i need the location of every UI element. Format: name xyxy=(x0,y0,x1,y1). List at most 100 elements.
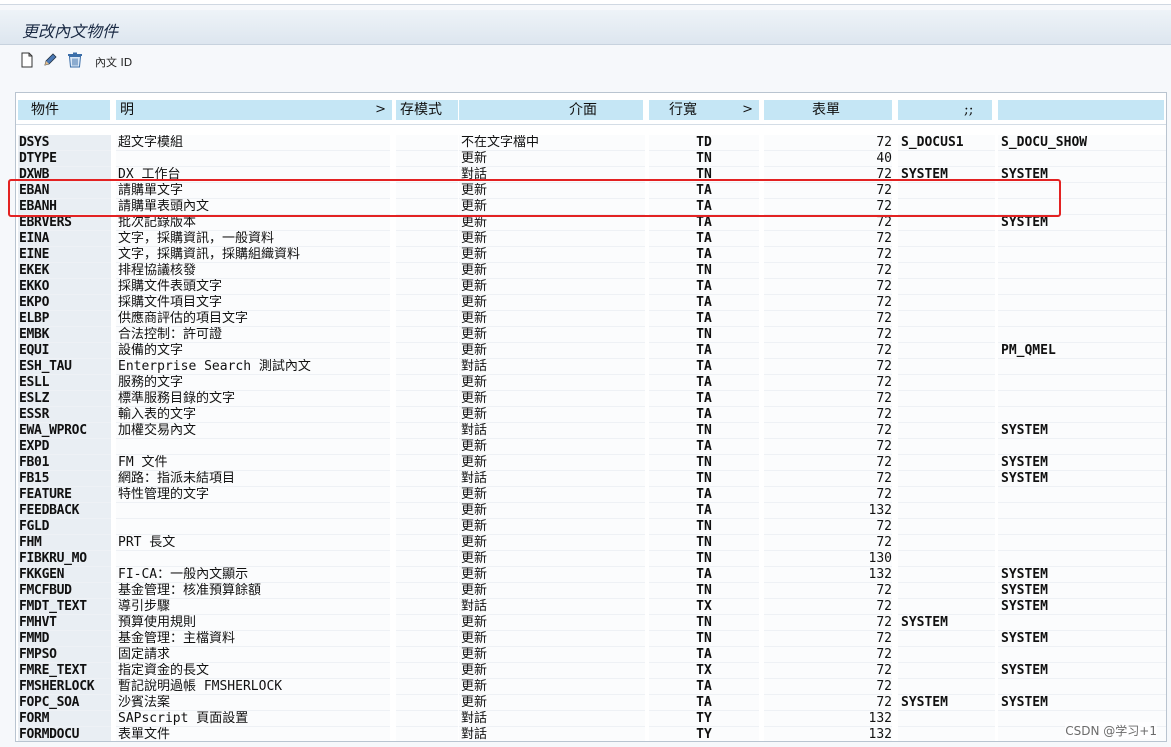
cell-object[interactable]: FORM xyxy=(18,711,111,727)
cell-object[interactable]: DSYS xyxy=(18,135,111,151)
cell-object[interactable]: FMDT_TEXT xyxy=(18,599,111,615)
cell-description[interactable]: 基金管理：主檔資料 xyxy=(116,631,390,647)
cell-description[interactable]: 預算使用規則 xyxy=(116,615,390,631)
cell-line-width[interactable]: TA xyxy=(649,439,759,455)
cell-object[interactable]: FMCFBUD xyxy=(18,583,111,599)
cell-interface[interactable]: 更新 xyxy=(459,295,645,311)
table-row[interactable]: FMDT_TEXT 導引步驟 對話 TX 72 SYSTEM xyxy=(16,599,1166,615)
cell-save-mode[interactable] xyxy=(396,311,458,327)
cell-line-width[interactable]: TA xyxy=(649,343,759,359)
cell-object[interactable]: FEEDBACK xyxy=(18,503,111,519)
cell-line-width[interactable]: TA xyxy=(649,311,759,327)
cell-line-width[interactable]: TA xyxy=(649,231,759,247)
column-header-interface[interactable]: 介面 xyxy=(459,100,643,120)
cell-save-mode[interactable] xyxy=(396,695,458,711)
cell-line-width[interactable]: TX xyxy=(649,599,759,615)
cell-save-mode[interactable] xyxy=(396,631,458,647)
cell-line-width[interactable]: TA xyxy=(649,503,759,519)
cell-form[interactable]: 72 xyxy=(764,231,892,247)
cell-line-width[interactable]: TA xyxy=(649,359,759,375)
cell-form[interactable]: 72 xyxy=(764,535,892,551)
cell-save-mode[interactable] xyxy=(396,327,458,343)
cell-extra[interactable]: SYSTEM xyxy=(998,215,1166,231)
cell-description[interactable]: 排程協議核發 xyxy=(116,263,390,279)
cell-object[interactable]: ESH_TAU xyxy=(18,359,111,375)
cell-save-mode[interactable] xyxy=(396,135,458,151)
cell-form[interactable]: 132 xyxy=(764,567,892,583)
cell-form[interactable]: 72 xyxy=(764,247,892,263)
cell-object[interactable]: FMRE_TEXT xyxy=(18,663,111,679)
cell-line-width[interactable]: TN xyxy=(649,519,759,535)
table-row[interactable]: FGLD 更新 TN 72 xyxy=(16,519,1166,535)
cell-style[interactable]: SYSTEM xyxy=(898,615,995,631)
table-row[interactable]: FEEDBACK 更新 TA 132 xyxy=(16,503,1166,519)
cell-save-mode[interactable] xyxy=(396,519,458,535)
table-row[interactable]: FMRE_TEXT 指定資金的長文 更新 TX 72 SYSTEM xyxy=(16,663,1166,679)
cell-description[interactable]: 暫記說明過帳 FMSHERLOCK xyxy=(116,679,390,695)
cell-interface[interactable]: 對話 xyxy=(459,423,645,439)
cell-style[interactable] xyxy=(898,647,995,663)
cell-save-mode[interactable] xyxy=(396,663,458,679)
cell-object[interactable]: EBRVERS xyxy=(18,215,111,231)
cell-style[interactable] xyxy=(898,311,995,327)
cell-line-width[interactable]: TN xyxy=(649,471,759,487)
cell-extra[interactable] xyxy=(998,487,1166,503)
cell-line-width[interactable]: TA xyxy=(649,567,759,583)
cell-line-width[interactable]: TN xyxy=(649,551,759,567)
table-row[interactable]: FORM SAPscript 頁面設置 對話 TY 132 xyxy=(16,711,1166,727)
cell-object[interactable]: EMBK xyxy=(18,327,111,343)
cell-description[interactable]: 採購文件表頭文字 xyxy=(116,279,390,295)
cell-form[interactable]: 72 xyxy=(764,295,892,311)
cell-interface[interactable]: 更新 xyxy=(459,375,645,391)
cell-object[interactable]: FMHVT xyxy=(18,615,111,631)
cell-save-mode[interactable] xyxy=(396,535,458,551)
table-row[interactable]: DSYS 超文字模組 不在文字檔中 TD 72 S_DOCUS1 S_DOCU_SHOW xyxy=(16,135,1166,151)
cell-style[interactable] xyxy=(898,535,995,551)
delete-trash-icon[interactable] xyxy=(66,52,82,68)
cell-extra[interactable]: SYSTEM xyxy=(998,631,1166,647)
table-row[interactable]: EKPO 採購文件項目文字 更新 TA 72 xyxy=(16,295,1166,311)
cell-extra[interactable] xyxy=(998,359,1166,375)
cell-interface[interactable]: 更新 xyxy=(459,311,645,327)
cell-object[interactable]: ESSR xyxy=(18,407,111,423)
cell-style[interactable] xyxy=(898,583,995,599)
table-row[interactable]: FOPC_SOA 沙賓法案 更新 TA 72 SYSTEM SYSTEM xyxy=(16,695,1166,711)
cell-extra[interactable] xyxy=(998,503,1166,519)
cell-description[interactable]: FI-CA：一般內文顯示 xyxy=(116,567,390,583)
cell-extra[interactable]: SYSTEM xyxy=(998,567,1166,583)
cell-save-mode[interactable] xyxy=(396,279,458,295)
cell-style[interactable] xyxy=(898,343,995,359)
cell-form[interactable]: 132 xyxy=(764,711,892,727)
cell-style[interactable] xyxy=(898,295,995,311)
cell-description[interactable]: 設備的文字 xyxy=(116,343,390,359)
cell-description[interactable]: 文字，採購資訊，採購組織資料 xyxy=(116,247,390,263)
cell-object[interactable]: ESLL xyxy=(18,375,111,391)
table-row[interactable]: EINA 文字，採購資訊，一般資料 更新 TA 72 xyxy=(16,231,1166,247)
cell-line-width[interactable]: TN xyxy=(649,423,759,439)
cell-object[interactable]: ESLZ xyxy=(18,391,111,407)
cell-style[interactable] xyxy=(898,663,995,679)
cell-description[interactable]: 供應商評估的項目文字 xyxy=(116,311,390,327)
cell-interface[interactable]: 對話 xyxy=(459,471,645,487)
cell-object[interactable]: EKKO xyxy=(18,279,111,295)
cell-description[interactable]: 加權交易內文 xyxy=(116,423,390,439)
cell-extra[interactable] xyxy=(998,327,1166,343)
cell-style[interactable] xyxy=(898,487,995,503)
table-row[interactable]: FHM PRT 長文 更新 TN 72 xyxy=(16,535,1166,551)
cell-save-mode[interactable] xyxy=(396,471,458,487)
cell-description[interactable]: 指定資金的長文 xyxy=(116,663,390,679)
cell-description[interactable]: 輸入表的文字 xyxy=(116,407,390,423)
cell-object[interactable]: ELBP xyxy=(18,311,111,327)
cell-form[interactable]: 130 xyxy=(764,551,892,567)
cell-interface[interactable]: 更新 xyxy=(459,263,645,279)
column-header-save-mode[interactable]: 存模式 xyxy=(396,100,458,120)
cell-style[interactable]: SYSTEM xyxy=(898,695,995,711)
cell-interface[interactable]: 更新 xyxy=(459,407,645,423)
cell-style[interactable] xyxy=(898,519,995,535)
cell-extra[interactable]: SYSTEM xyxy=(998,695,1166,711)
cell-object[interactable]: EWA_WPROC xyxy=(18,423,111,439)
table-row[interactable]: EINE 文字，採購資訊，採購組織資料 更新 TA 72 xyxy=(16,247,1166,263)
cell-line-width[interactable]: TA xyxy=(649,391,759,407)
cell-extra[interactable]: SYSTEM xyxy=(998,663,1166,679)
cell-style[interactable] xyxy=(898,551,995,567)
